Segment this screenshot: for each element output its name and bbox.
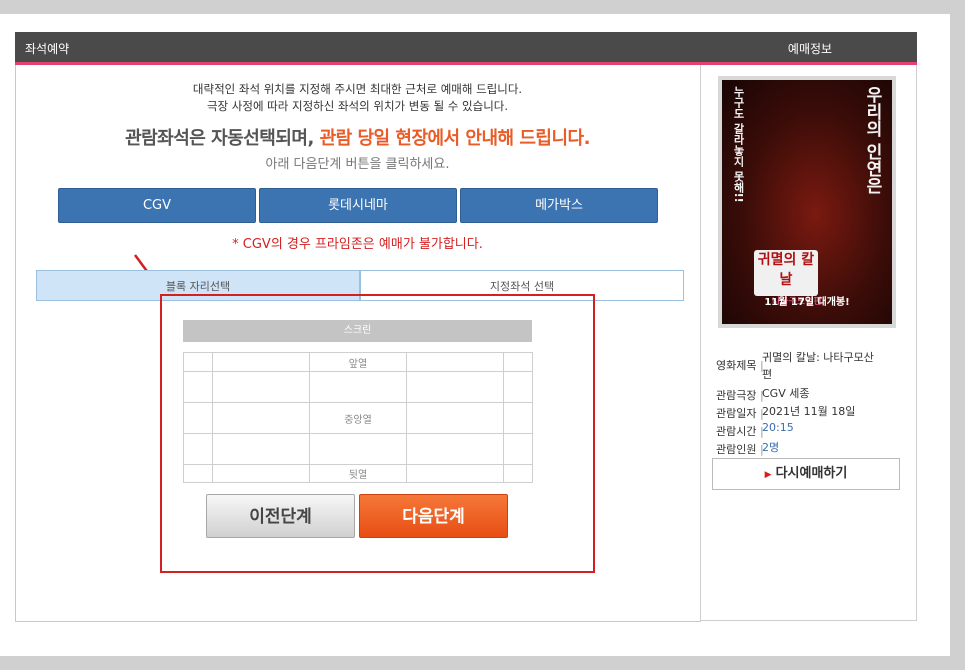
block-cell[interactable]: [183, 433, 213, 465]
seat-reservation-title: 좌석예약: [25, 42, 70, 56]
block-cell[interactable]: [212, 433, 310, 465]
movie-title-value-line1: 귀멸의 칼날: 나타구모산: [762, 351, 874, 364]
cgv-button[interactable]: CGV: [58, 188, 256, 223]
time-label: 관람시간: [716, 423, 764, 439]
theater-value: CGV 세종: [762, 387, 810, 400]
notice-line-1: 대략적인 좌석 위치를 지정해 주시면 최대한 근처로 예매해 드립니다.: [192, 82, 523, 96]
triangle-right-icon: ▶: [764, 470, 772, 480]
people-value: 2명: [762, 441, 780, 454]
next-step-button[interactable]: 다음단계: [359, 494, 508, 538]
block-cell[interactable]: [183, 352, 213, 372]
theater-label: 관람극장: [716, 387, 764, 403]
block-cell[interactable]: [212, 402, 310, 434]
block-cell[interactable]: [183, 464, 213, 483]
poster-title-logo: 귀멸의 칼날: [754, 250, 818, 296]
block-cell[interactable]: [503, 433, 533, 465]
poster-image: 누구도 갈라놓지 못해!! 우리의 인연은 귀멸의 칼날 나타구모산편 11월 …: [722, 80, 892, 324]
booking-info-title: 예매정보: [787, 42, 833, 56]
block-cell[interactable]: [406, 402, 504, 434]
movie-title-value-line2: 편: [762, 368, 773, 381]
poster-tagline-right: 우리의 인연은: [862, 86, 882, 194]
movie-title-label: 영화제목: [716, 357, 764, 373]
prev-step-button[interactable]: 이전단계: [206, 494, 355, 538]
people-label: 관람인원: [716, 441, 764, 457]
block-cell[interactable]: [406, 371, 504, 403]
block-cell[interactable]: [309, 371, 407, 403]
rebook-label: 다시예매하기: [775, 466, 848, 481]
poster-release-date: 11월 17일 대개봉!: [764, 297, 850, 308]
headline-plain: 관람좌석은 자동선택되며,: [125, 128, 314, 149]
headline-highlight: 관람 당일 현장에서 안내해 드립니다.: [319, 128, 591, 149]
date-value: 2021년 11월 18일: [762, 405, 856, 418]
block-cell[interactable]: [406, 433, 504, 465]
block-cell[interactable]: [212, 352, 310, 372]
back-row-label[interactable]: 뒷열: [309, 464, 407, 483]
prime-zone-warning: * CGV의 경우 프라임존은 예매가 불가합니다.: [232, 237, 483, 252]
block-cell[interactable]: [212, 371, 310, 403]
block-cell[interactable]: [503, 402, 533, 434]
poster-tagline-left: 누구도 갈라놓지 못해!!: [732, 86, 745, 203]
block-cell[interactable]: [183, 371, 213, 403]
screen-bar: 스크린: [183, 320, 532, 342]
block-cell[interactable]: [183, 402, 213, 434]
notice-headline: 관람좌석은 자동선택되며, 관람 당일 현장에서 안내해 드립니다.: [15, 124, 700, 150]
time-value: 20:15: [762, 421, 794, 434]
block-cell[interactable]: [212, 464, 310, 483]
megabox-button[interactable]: 메가박스: [460, 188, 658, 223]
middle-row-label[interactable]: 중앙열: [309, 402, 407, 434]
movie-poster: 누구도 갈라놓지 못해!! 우리의 인연은 귀멸의 칼날 나타구모산편 11월 …: [718, 76, 896, 328]
block-cell[interactable]: [503, 352, 533, 372]
lotte-cinema-button[interactable]: 롯데시네마: [259, 188, 457, 223]
front-row-label[interactable]: 앞열: [309, 352, 407, 372]
block-cell[interactable]: [406, 352, 504, 372]
block-cell[interactable]: [503, 464, 533, 483]
block-cell[interactable]: [503, 371, 533, 403]
notice-instruction: 아래 다음단계 버튼을 클릭하세요.: [265, 157, 450, 172]
seat-block-map: 앞열 중앙열 뒷열: [183, 352, 533, 483]
date-label: 관람일자: [716, 405, 764, 421]
notice-line-2: 극장 사정에 따라 지정하신 좌석의 위치가 변동 될 수 있습니다.: [206, 99, 509, 113]
rebook-button[interactable]: ▶ 다시예매하기: [712, 458, 900, 490]
block-cell[interactable]: [406, 464, 504, 483]
block-cell[interactable]: [309, 433, 407, 465]
